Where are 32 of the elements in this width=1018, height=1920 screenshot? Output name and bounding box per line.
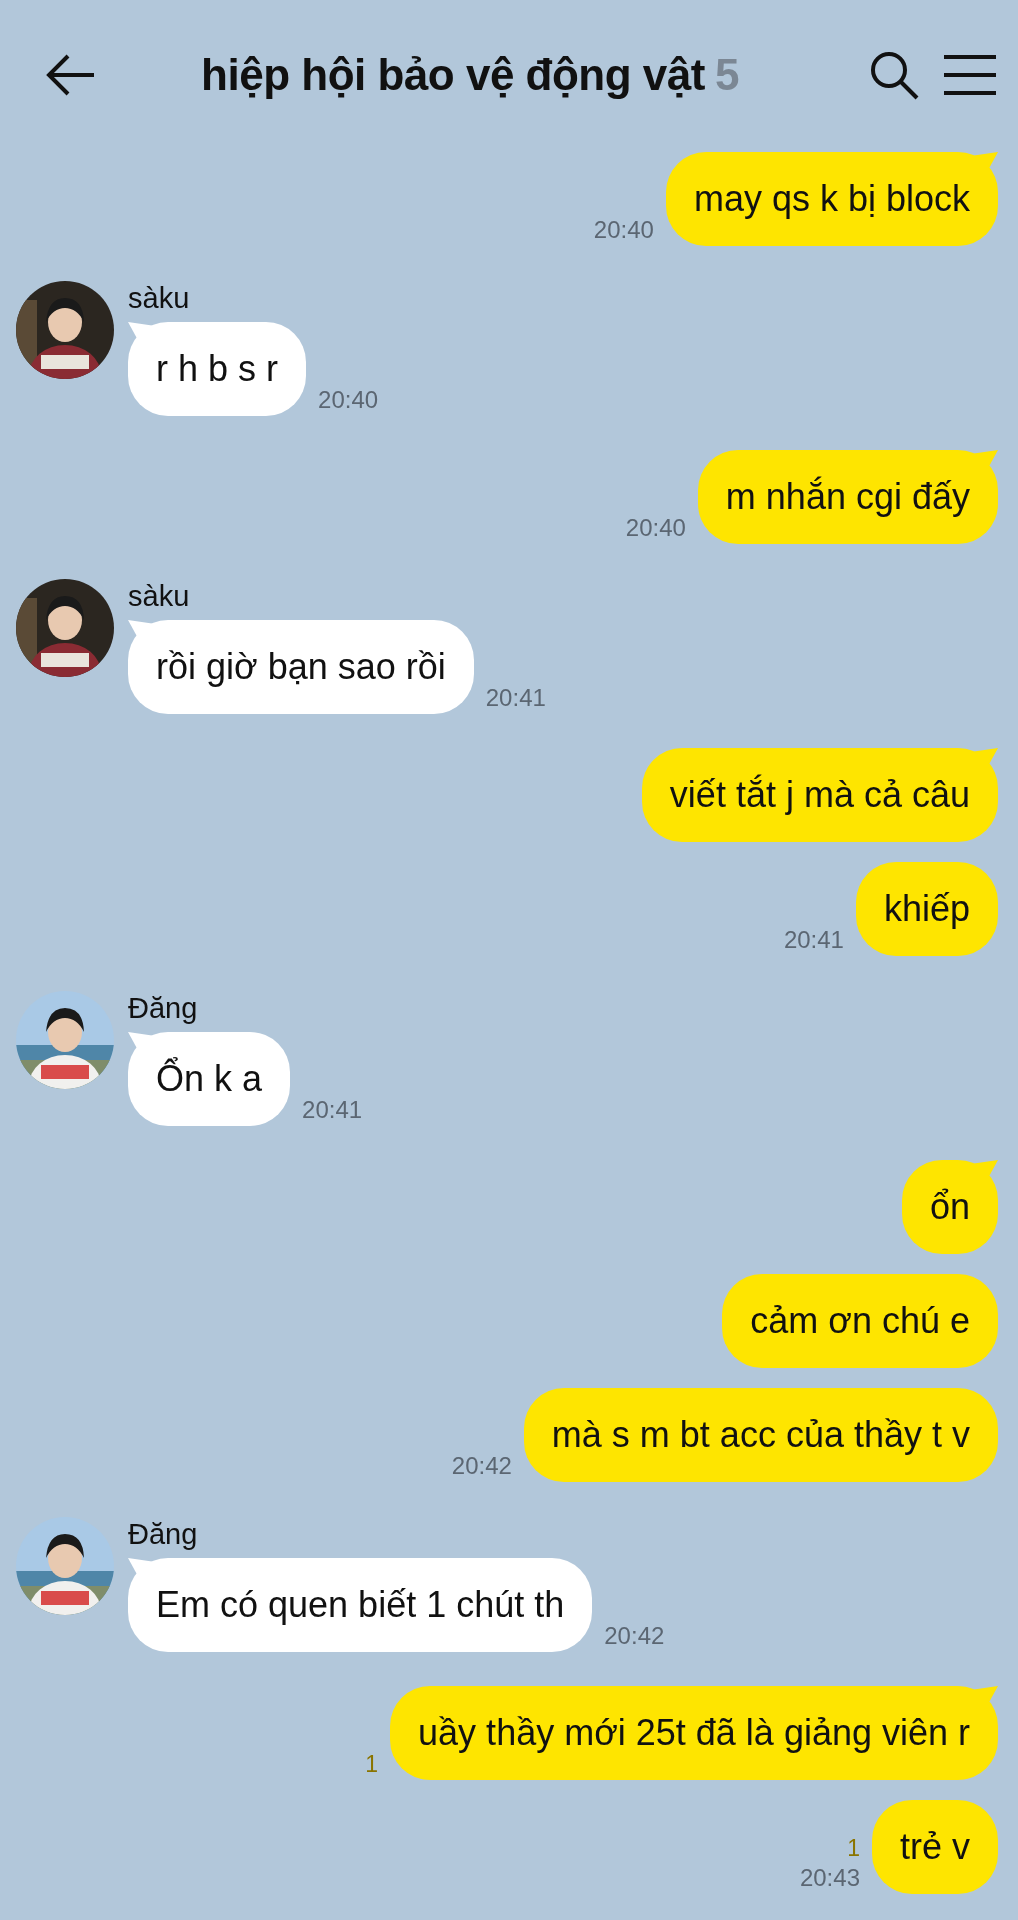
message-time: 20:42: [604, 1622, 665, 1650]
message-time: 20:40: [625, 514, 686, 542]
sender-name: sàku: [128, 281, 191, 316]
message-bubble: cảm ơn chú e: [722, 1274, 998, 1368]
message-bubble: may qs k bị block: [665, 152, 998, 246]
message-bubble: mà s m bt acc của thầy t v: [523, 1388, 998, 1482]
message-bubble: viết tắt j mà cả câu: [641, 748, 998, 842]
message-time: 20:40: [318, 386, 379, 414]
message-time: 20:41: [485, 684, 546, 712]
unread-count: 1: [847, 1835, 860, 1862]
message-time: 20:40: [593, 216, 654, 244]
unread-count: 1: [365, 1751, 379, 1778]
sender-name: sàku: [128, 579, 191, 614]
message-time: 20:43: [799, 1864, 860, 1892]
message-bubble: trẻ v: [872, 1800, 998, 1894]
back-icon[interactable]: [46, 53, 96, 97]
sender-name: Đăng: [128, 1517, 199, 1552]
message-bubble: m nhắn cgi đấy: [697, 450, 998, 544]
message-bubble: Ổn k a: [128, 1032, 291, 1126]
search-icon[interactable]: [868, 49, 920, 101]
message-bubble: Em có quen biết 1 chút th: [128, 1558, 593, 1652]
message-time: 20:41: [302, 1096, 363, 1124]
member-count: 5: [714, 50, 739, 99]
message-time: 20:42: [451, 1452, 512, 1480]
message-bubble: ổn: [901, 1160, 998, 1254]
sender-name: Đăng: [128, 991, 199, 1026]
message-bubble: khiếp: [855, 862, 998, 956]
message-bubble: rồi giờ bạn sao rồi: [128, 620, 474, 714]
chat-title: hiệp hội bảo vệ động vật 5: [200, 50, 740, 100]
message-bubble: r h b s r: [128, 322, 307, 416]
message-bubble: uầy thầy mới 25t đã là giảng viên r: [390, 1686, 998, 1780]
message-time: 20:41: [783, 926, 844, 954]
